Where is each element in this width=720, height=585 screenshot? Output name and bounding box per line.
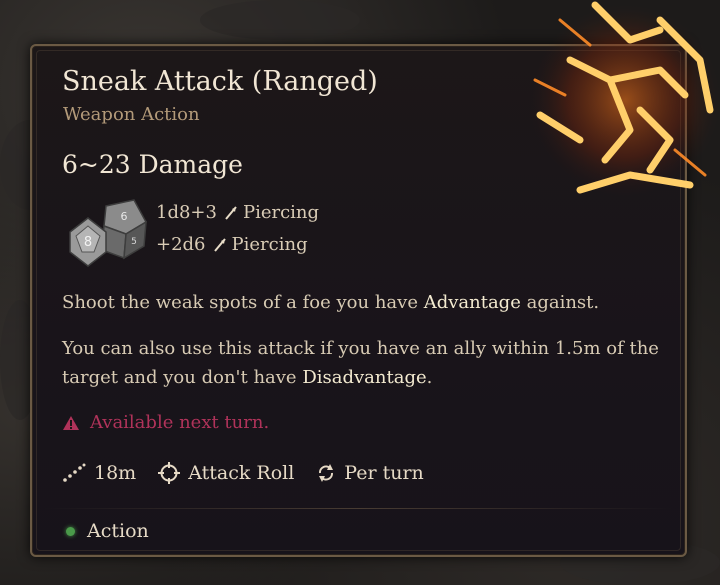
- description-paragraph-2: You can also use this attack if you have…: [62, 334, 672, 392]
- damage-line-2: +2d6 Piercing: [156, 234, 308, 255]
- cooldown-label: Per turn: [344, 462, 424, 484]
- piercing-arrow-icon: [225, 205, 237, 220]
- sneak-attack-icon: [530, 1, 720, 195]
- description-text: Shoot the weak spots of a foe you have: [62, 292, 424, 313]
- damage-dice: 1d8+3: [156, 202, 217, 223]
- die-face-5: 5: [131, 237, 137, 247]
- action-resource: Action: [66, 520, 149, 542]
- piercing-arrow-icon: [213, 237, 226, 252]
- description-paragraph-1: Shoot the weak spots of a foe you have A…: [62, 288, 672, 317]
- resource-label: Action: [87, 520, 149, 542]
- action-stats: 18m Attack Roll Per turn: [62, 462, 424, 484]
- range-value: 18m: [94, 462, 137, 484]
- cooldown-stat: Per turn: [316, 462, 424, 484]
- warning-triangle-icon: [63, 415, 79, 430]
- disadvantage-keyword[interactable]: Disadvantage: [302, 367, 426, 388]
- attack-roll-label: Attack Roll: [188, 462, 295, 484]
- tooltip-title: Sneak Attack (Ranged): [62, 66, 378, 97]
- description-text: against.: [520, 292, 600, 313]
- availability-warning: Available next turn.: [62, 412, 269, 433]
- die-face-8: 8: [84, 235, 92, 250]
- damage-range: 6~23 Damage: [62, 150, 243, 179]
- tooltip-subtitle: Weapon Action: [63, 104, 200, 125]
- damage-type: Piercing: [242, 202, 320, 223]
- attack-roll-stat: Attack Roll: [158, 462, 294, 484]
- cycle-arrows-icon: [319, 464, 334, 482]
- range-stat: 18m: [62, 462, 136, 484]
- die-face-6: 6: [121, 210, 128, 223]
- description-text: .: [426, 367, 433, 388]
- dice-icon: 6 5 8: [69, 199, 148, 267]
- damage-dice: +2d6: [156, 234, 206, 255]
- damage-line-1: 1d8+3 Piercing: [156, 202, 319, 223]
- range-dots-icon: [63, 463, 86, 482]
- advantage-keyword[interactable]: Advantage: [424, 292, 521, 313]
- warning-text: Available next turn.: [90, 412, 270, 433]
- target-crosshair-icon: [158, 462, 181, 484]
- background-rock: [200, 0, 360, 40]
- damage-type: Piercing: [231, 234, 308, 255]
- footer-divider: [44, 508, 673, 509]
- action-dot-icon: [66, 526, 75, 536]
